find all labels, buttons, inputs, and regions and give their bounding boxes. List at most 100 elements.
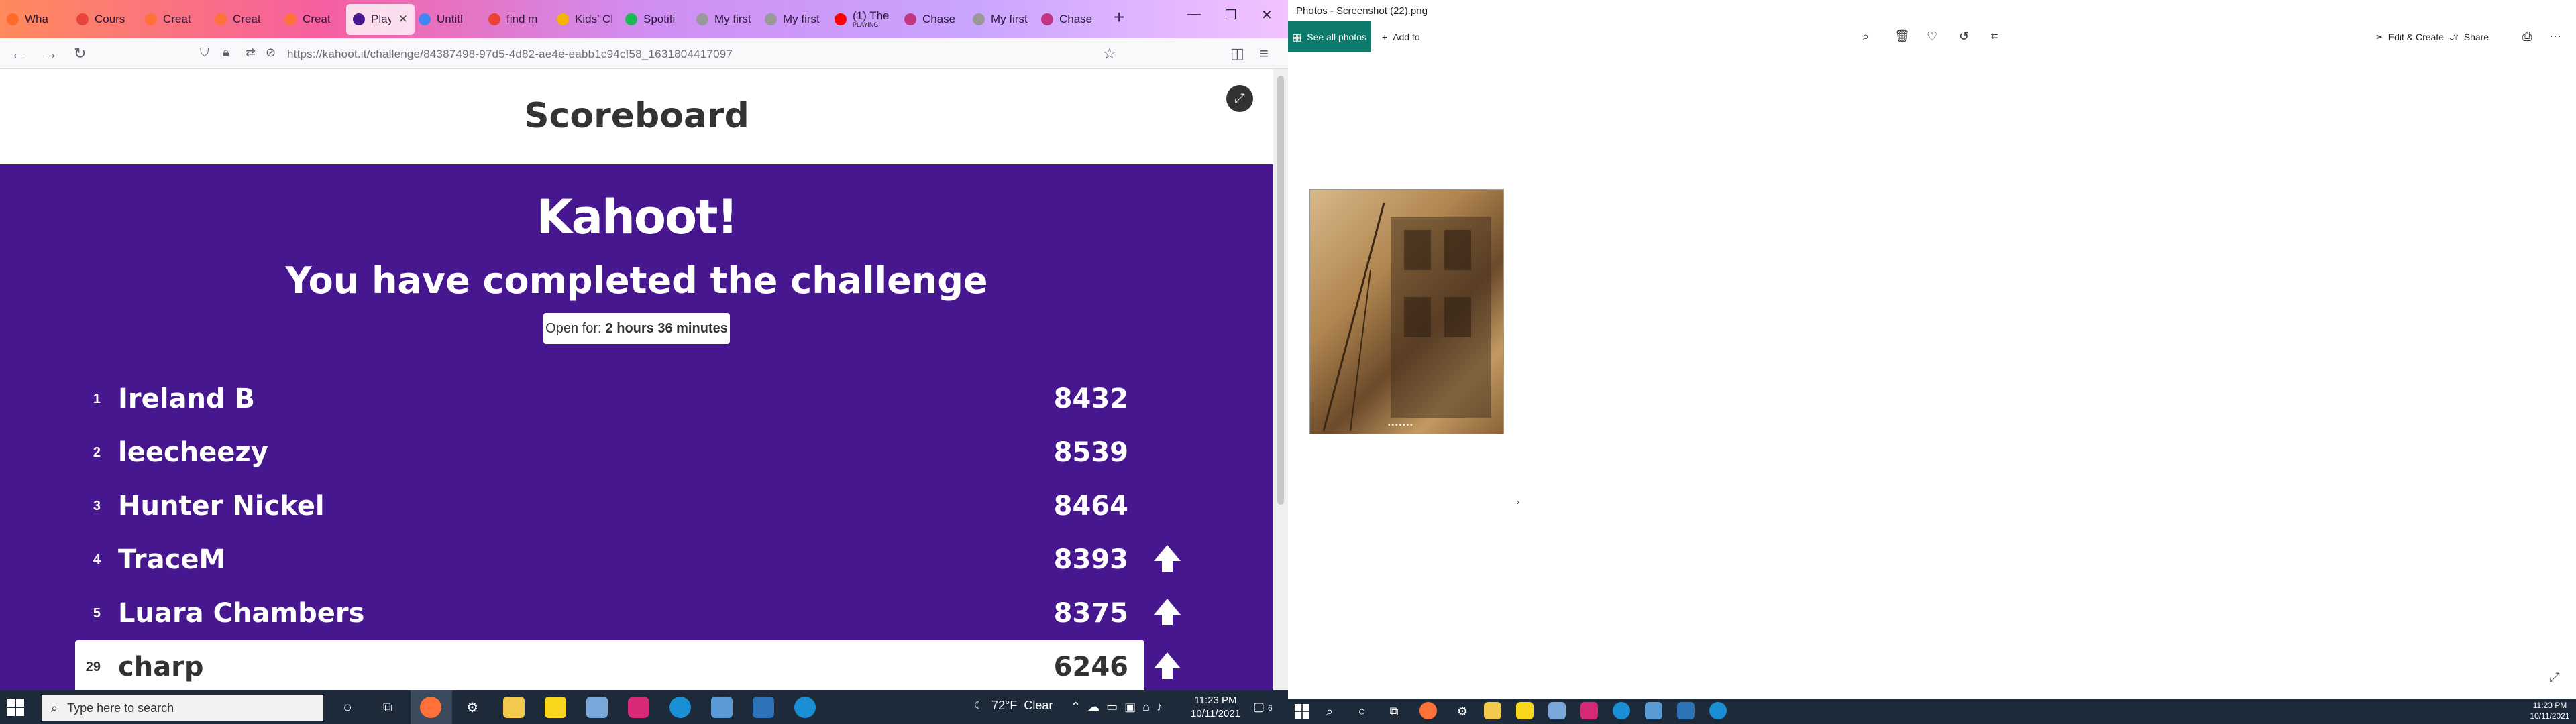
browser-tab[interactable]: Creat bbox=[138, 4, 207, 35]
share-button[interactable]: ⇪ Share bbox=[2452, 21, 2489, 52]
add-to-label: Add to bbox=[1393, 32, 1420, 42]
lock-icon[interactable]: 🔒︎ bbox=[223, 46, 229, 60]
windows-start-icon[interactable] bbox=[7, 699, 24, 716]
task-view-icon[interactable]: ⧉ bbox=[377, 697, 398, 718]
instagram-icon[interactable] bbox=[628, 697, 649, 718]
pocket-icon[interactable]: ◫ bbox=[1230, 45, 1244, 62]
shield-icon[interactable]: ⛉ bbox=[200, 46, 209, 60]
notepad-icon[interactable] bbox=[586, 697, 608, 718]
edge-beta-icon[interactable] bbox=[1709, 702, 1727, 719]
tab-favicon-icon bbox=[765, 13, 777, 25]
firefox-icon[interactable] bbox=[420, 697, 441, 718]
reload-icon[interactable]: ↻ bbox=[74, 45, 86, 62]
new-tab-button[interactable]: + bbox=[1114, 7, 1124, 28]
edge-icon[interactable] bbox=[1613, 702, 1630, 719]
weather-widget[interactable]: ☾ 72°F Clear bbox=[974, 699, 1053, 713]
browser-tab[interactable]: Untitl bbox=[412, 4, 480, 35]
network-icon[interactable]: ⌂ bbox=[1142, 700, 1150, 714]
tracking-icon[interactable]: ⊘ bbox=[266, 46, 276, 60]
results-panel: Kahoot! You have completed the challenge… bbox=[0, 164, 1273, 694]
share-icon: ⇪ bbox=[2452, 31, 2460, 42]
print-icon[interactable]: ⎙ bbox=[2522, 29, 2532, 44]
forward-icon[interactable]: → bbox=[43, 45, 58, 62]
browser-tab[interactable]: My first pa bbox=[758, 4, 826, 35]
zoom-icon[interactable]: ⌕ bbox=[1862, 29, 1869, 44]
leaderboard-row: 2 leecheezy 8539 bbox=[75, 426, 1144, 479]
edge-icon[interactable] bbox=[669, 697, 691, 718]
chevron-up-icon[interactable]: ⌃ bbox=[1071, 700, 1081, 714]
crop-icon[interactable]: ⌗ bbox=[1991, 29, 1998, 44]
more-options-icon[interactable]: ⋯ bbox=[2549, 29, 2561, 44]
expand-icon[interactable]: ⤢ bbox=[2549, 670, 2560, 686]
browser-tab[interactable]: (1) The PLAYING bbox=[828, 4, 896, 35]
browser-tab[interactable]: find m bbox=[482, 4, 550, 35]
browser-tab[interactable]: Cours bbox=[70, 4, 138, 35]
player-rank: 3 bbox=[93, 498, 101, 514]
restore-icon[interactable]: ❐ bbox=[1225, 7, 1237, 23]
windows-start-icon[interactable] bbox=[1295, 704, 1309, 719]
rotate-icon[interactable]: ↺ bbox=[1959, 29, 1969, 44]
search-icon[interactable]: ⌕ bbox=[1319, 701, 1340, 722]
browser-tab[interactable]: Play Kah ✕ bbox=[346, 4, 415, 35]
edge-beta-icon[interactable] bbox=[794, 697, 816, 718]
volume-icon[interactable]: ♪ bbox=[1157, 700, 1163, 714]
firefox-icon[interactable] bbox=[1419, 702, 1437, 719]
photos-icon[interactable] bbox=[1677, 702, 1695, 719]
taskbar-clock[interactable]: 11:23 PM 10/11/2021 bbox=[2526, 700, 2573, 721]
permissions-icon[interactable]: ⇄ bbox=[246, 46, 256, 60]
browser-tab[interactable]: Creat bbox=[278, 4, 346, 35]
cortana-icon[interactable]: ○ bbox=[1351, 701, 1373, 722]
taskbar-clock[interactable]: 11:23 PM 10/11/2021 bbox=[1187, 694, 1244, 721]
browser-tab[interactable]: My first pa bbox=[966, 4, 1034, 35]
taskbar-search[interactable]: ⌕ Type here to search bbox=[42, 695, 323, 721]
browser-tab[interactable]: Wha bbox=[0, 4, 68, 35]
scrollbar-thumb[interactable] bbox=[1277, 76, 1284, 505]
minimize-icon[interactable]: — bbox=[1187, 7, 1201, 22]
sticky-notes-icon[interactable] bbox=[1516, 702, 1534, 719]
battery-icon[interactable]: ▭ bbox=[1106, 700, 1118, 714]
app-icon[interactable] bbox=[1645, 702, 1662, 719]
browser-tab[interactable]: Chase bbox=[1034, 4, 1103, 35]
navigation-toolbar: ← → ↻ ⛉ 🔒︎ ⇄ ⊘ https://kahoot.it/challen… bbox=[0, 38, 1288, 69]
page-scrollbar[interactable] bbox=[1273, 69, 1288, 690]
settings-icon[interactable]: ⚙ bbox=[462, 697, 483, 718]
notifications-button[interactable]: ▢ 6 bbox=[1253, 700, 1273, 714]
browser-tab[interactable]: Chase bbox=[898, 4, 966, 35]
browser-tab[interactable]: Spotifi bbox=[619, 4, 687, 35]
displayed-photo[interactable]: › ••••••• bbox=[1309, 189, 1525, 509]
display-icon[interactable]: ▣ bbox=[1124, 700, 1136, 714]
see-all-photos-button[interactable]: ▦ See all photos bbox=[1288, 21, 1371, 52]
app-icon[interactable] bbox=[711, 697, 733, 718]
cloud-icon[interactable]: ☁ bbox=[1087, 700, 1099, 714]
bookmark-star-icon[interactable]: ☆ bbox=[1103, 45, 1116, 62]
back-icon[interactable]: ← bbox=[11, 45, 25, 62]
file-explorer-icon[interactable] bbox=[1484, 702, 1501, 719]
browser-tab[interactable]: Creat bbox=[208, 4, 276, 35]
settings-icon[interactable]: ⚙ bbox=[1452, 701, 1473, 722]
menu-icon[interactable]: ≡ bbox=[1260, 45, 1269, 62]
photos-icon[interactable] bbox=[753, 697, 774, 718]
sticky-notes-icon[interactable] bbox=[545, 697, 566, 718]
tab-favicon-icon bbox=[904, 13, 916, 25]
url-bar[interactable]: ⛉ 🔒︎ ⇄ ⊘ https://kahoot.it/challenge/843… bbox=[189, 43, 1128, 66]
close-tab-icon[interactable]: ✕ bbox=[398, 13, 408, 26]
task-view-icon[interactable]: ⧉ bbox=[1383, 701, 1405, 722]
kahoot-logo: Kahoot! bbox=[536, 190, 739, 245]
url-text[interactable]: https://kahoot.it/challenge/84387498-97d… bbox=[287, 48, 733, 61]
browser-tab[interactable]: Kids' Class bbox=[550, 4, 619, 35]
tab-strip: Wha Cours Creat Creat Creat Play Kah ✕ Untitl fi… bbox=[0, 0, 1288, 38]
edit-create-button[interactable]: ✂ Edit & Create ⌄ bbox=[2376, 21, 2456, 52]
delete-icon[interactable]: 🗑︎ bbox=[1894, 29, 1910, 44]
file-explorer-icon[interactable] bbox=[503, 697, 525, 718]
favorite-icon[interactable]: ♡ bbox=[1927, 29, 1937, 44]
add-to-button[interactable]: + Add to bbox=[1382, 21, 1420, 52]
chevron-right-icon[interactable]: › bbox=[1511, 495, 1525, 509]
close-window-icon[interactable]: ✕ bbox=[1261, 7, 1273, 23]
cortana-icon[interactable]: ○ bbox=[337, 697, 358, 718]
notepad-icon[interactable] bbox=[1548, 702, 1566, 719]
clock-time: 11:23 PM bbox=[1194, 695, 1237, 706]
fullscreen-button[interactable]: ⤢ bbox=[1226, 85, 1253, 112]
browser-tab[interactable]: My first pa bbox=[690, 4, 758, 35]
instagram-icon[interactable] bbox=[1580, 702, 1598, 719]
player-score: 8393 bbox=[1053, 544, 1128, 575]
